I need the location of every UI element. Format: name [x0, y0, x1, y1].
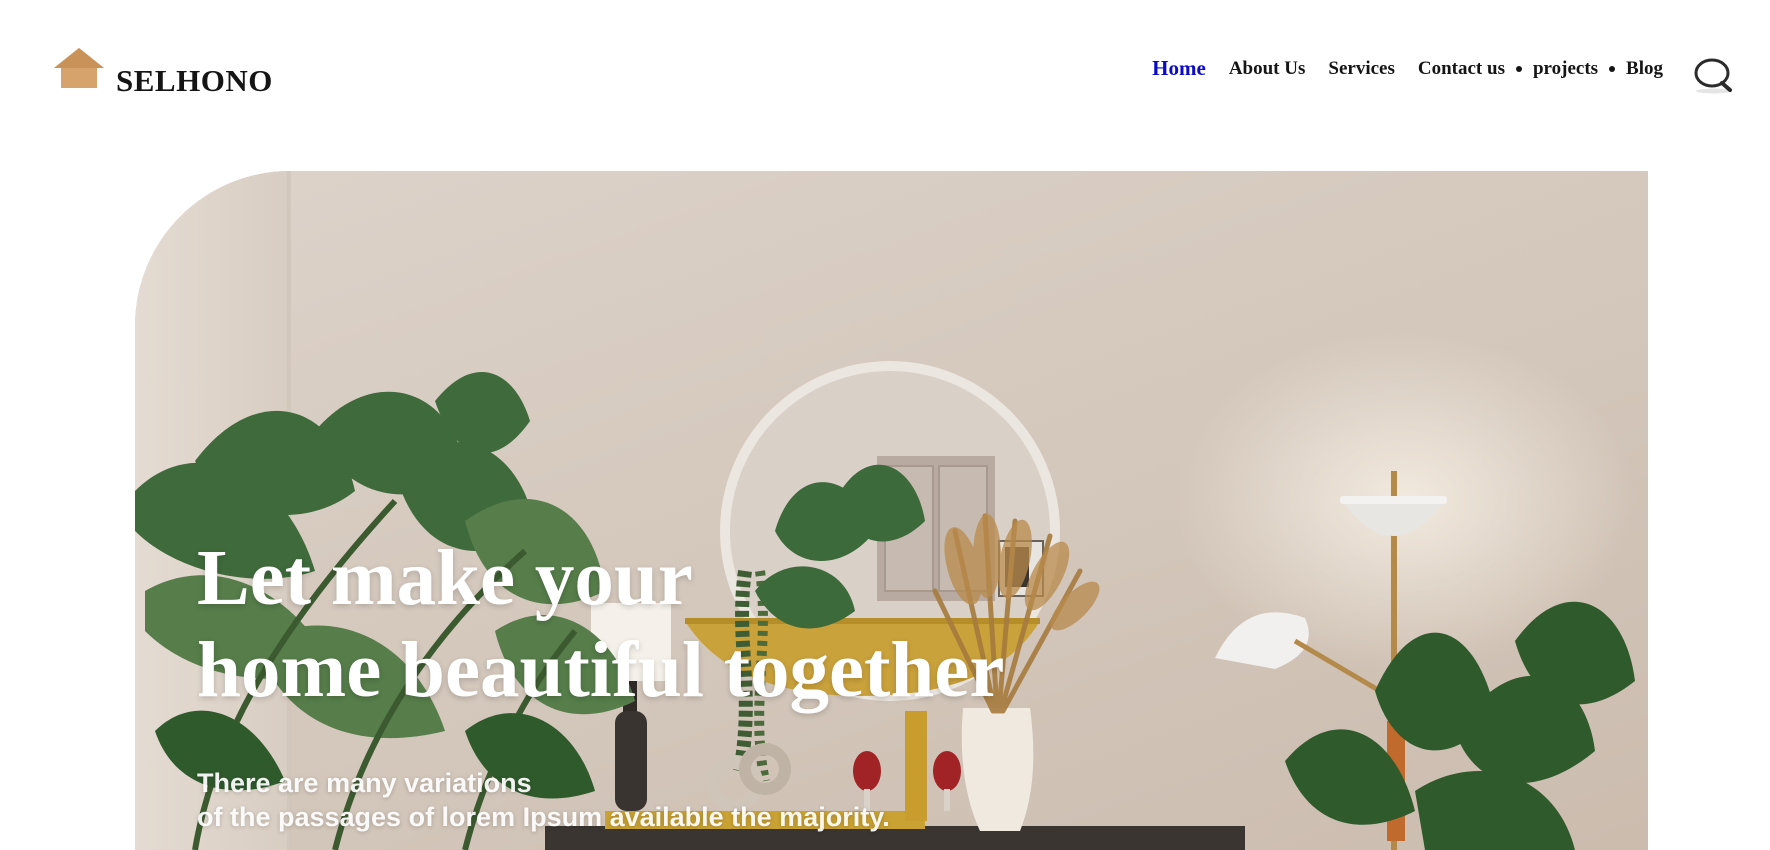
- hero-background-image: [135, 171, 1635, 850]
- nav-projects[interactable]: projects: [1533, 58, 1598, 80]
- hero-title: Let make your home beautiful together: [197, 533, 1004, 717]
- nav-home[interactable]: Home: [1152, 56, 1206, 81]
- hero-subtitle-line: There are many variations: [197, 768, 532, 798]
- site-header: SELHONO Home About Us Services Contact u…: [0, 0, 1770, 150]
- hero-title-line: home beautiful together: [197, 627, 1005, 714]
- main-nav: Home About Us Services Contact us projec…: [1152, 56, 1663, 81]
- hero-banner: Let make your home beautiful together Th…: [135, 171, 1648, 850]
- house-icon: [54, 48, 104, 88]
- hero-title-line: Let make your: [197, 535, 693, 622]
- nav-about-us[interactable]: About Us: [1229, 58, 1306, 80]
- nav-contact-us[interactable]: Contact us: [1418, 58, 1505, 80]
- nav-separator-dot: [1609, 65, 1616, 72]
- page: SELHONO Home About Us Services Contact u…: [0, 0, 1770, 850]
- brand-logo[interactable]: SELHONO: [52, 46, 273, 96]
- nav-services[interactable]: Services: [1328, 58, 1394, 80]
- search-button[interactable]: [1692, 55, 1736, 95]
- search-icon: [1694, 58, 1732, 94]
- nav-separator-dot: [1515, 65, 1522, 72]
- hero-subtitle-line: of the passages of lorem Ipsum available…: [197, 802, 890, 832]
- brand-name: SELHONO: [116, 63, 273, 98]
- nav-blog[interactable]: Blog: [1626, 58, 1663, 80]
- hero-subtitle: There are many variations of the passage…: [197, 766, 890, 834]
